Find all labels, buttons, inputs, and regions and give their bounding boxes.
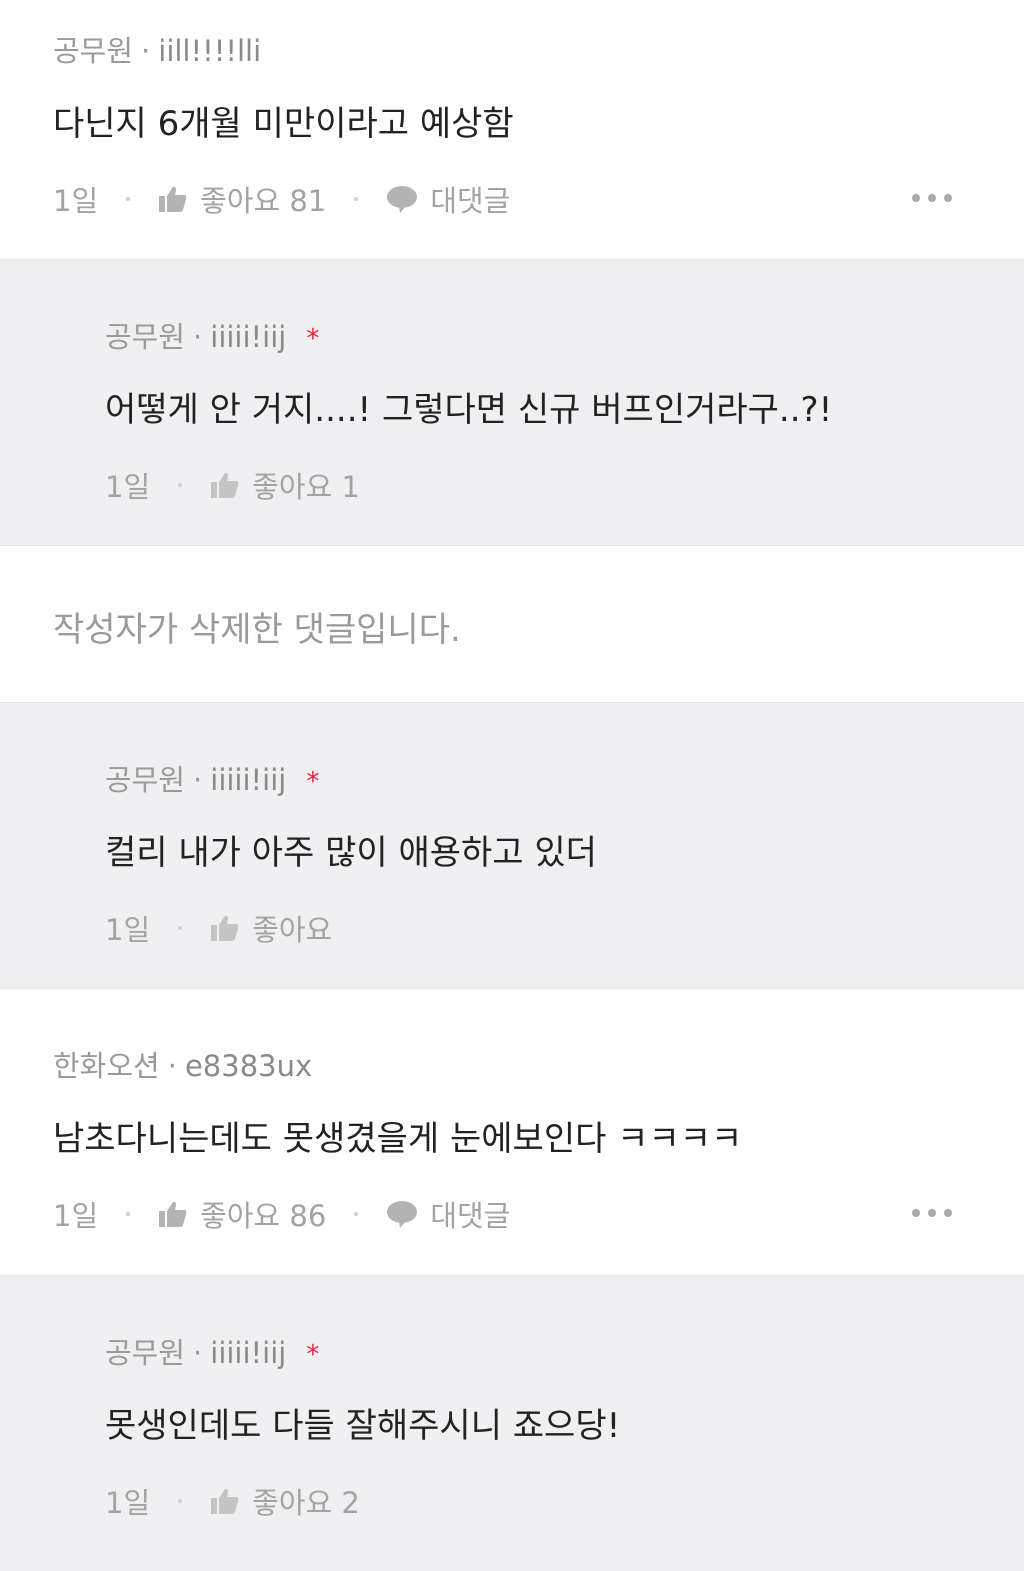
meta-separator: ·: [167, 1049, 177, 1083]
like-label: 좋아요 86: [200, 1199, 327, 1233]
action-separator: [354, 197, 359, 201]
action-separator: [126, 1212, 131, 1216]
comment-time: 1일: [53, 1199, 99, 1233]
nickname[interactable]: iiiii!iij: [210, 763, 286, 797]
comment-body: 다닌지 6개월 미만이라고 예상함: [53, 104, 514, 144]
action-separator: [178, 483, 183, 487]
meta-separator: ·: [193, 763, 203, 797]
reply-button[interactable]: 대댓글: [386, 178, 510, 220]
company-name: 공무원: [105, 763, 186, 797]
comment-actions: 1일 좋아요 1: [105, 464, 360, 506]
comment-meta: 한화오션 · e8383ux: [53, 1043, 312, 1085]
like-label: 좋아요 1: [252, 470, 360, 504]
comment: 한화오션 · e8383ux 남초다니는데도 못생겼을게 눈에보인다 ㅋㅋㅋㅋ 1일…: [0, 988, 1024, 1275]
like-button[interactable]: 좋아요 1: [210, 464, 360, 506]
comment-meta: 공무원 · iill!!!!lli: [53, 28, 261, 70]
comment-body: 컬리 내가 아주 많이 애용하고 있더: [105, 833, 597, 873]
company-name: 공무원: [105, 320, 186, 354]
more-dot: [944, 194, 952, 202]
more-dot: [944, 1209, 952, 1217]
deleted-comment: 작성자가 삭제한 댓글입니다.: [0, 545, 1024, 702]
comment-meta: 공무원 · iiiii!iij *: [105, 1330, 319, 1372]
thumbs-up-icon: [159, 1201, 187, 1227]
reply-comment: 공무원 · iiiii!iij * 컬리 내가 아주 많이 애용하고 있더 1일 좋아…: [0, 702, 1024, 988]
like-button[interactable]: 좋아요: [210, 907, 332, 949]
like-button[interactable]: 좋아요 2: [210, 1480, 360, 1522]
more-dot: [928, 194, 936, 202]
comment-time: 1일: [105, 470, 151, 504]
meta-separator: ·: [193, 1336, 203, 1370]
speech-bubble-icon: [387, 1201, 418, 1228]
comment-time: 1일: [53, 184, 99, 218]
more-dots-icon: [912, 1209, 920, 1217]
more-options-button[interactable]: [912, 194, 952, 202]
like-label: 좋아요 81: [200, 184, 327, 218]
meta-separator: ·: [193, 320, 203, 354]
thumbs-up-icon: [159, 186, 187, 212]
action-separator: [178, 1499, 183, 1503]
author-star: *: [306, 1340, 320, 1370]
more-dot: [928, 1209, 936, 1217]
like-label: 좋아요 2: [252, 1486, 360, 1520]
comment-actions: 1일 좋아요: [105, 907, 332, 949]
author-star: *: [306, 324, 320, 354]
reply-comment: 공무원 · iiiii!iij * 어떻게 안 거지....! 그렇다면 신규 버프인…: [0, 259, 1024, 545]
reply-comment: 공무원 · iiiii!iij * 못생인데도 다들 잘해주시니 죠으당! 1일 좋아…: [0, 1275, 1024, 1571]
deleted-notice: 작성자가 삭제한 댓글입니다.: [53, 610, 461, 650]
nickname[interactable]: iiiii!iij: [210, 320, 286, 354]
thumbs-up-icon: [211, 915, 239, 941]
like-button[interactable]: 좋아요 86: [158, 1193, 326, 1235]
comment-body: 못생인데도 다들 잘해주시니 죠으당!: [105, 1406, 621, 1446]
like-button[interactable]: 좋아요 81: [158, 178, 326, 220]
comment-actions: 1일 좋아요 86 대댓글: [53, 1193, 510, 1235]
comment-actions: 1일 좋아요 81 대댓글: [53, 178, 510, 220]
like-label: 좋아요: [252, 913, 333, 947]
more-options-button[interactable]: [912, 1209, 952, 1217]
comment-time: 1일: [105, 913, 151, 947]
thumbs-up-icon: [211, 472, 239, 498]
company-name: 공무원: [53, 34, 134, 68]
meta-separator: ·: [141, 34, 151, 68]
comment-body: 남초다니는데도 못생겼을게 눈에보인다 ㅋㅋㅋㅋ: [53, 1119, 743, 1159]
thumbs-up-icon: [211, 1488, 239, 1514]
nickname[interactable]: e8383ux: [185, 1049, 312, 1083]
action-separator: [354, 1212, 359, 1216]
action-separator: [126, 197, 131, 201]
reply-label: 대댓글: [430, 184, 511, 218]
more-dots-icon: [912, 194, 920, 202]
comment-meta: 공무원 · iiiii!iij *: [105, 757, 319, 799]
author-star: *: [306, 767, 320, 797]
nickname[interactable]: iill!!!!lli: [158, 34, 261, 68]
comment-body: 어떻게 안 거지....! 그렇다면 신규 버프인거라구..?!: [105, 390, 833, 430]
speech-bubble-icon: [387, 186, 418, 213]
action-separator: [178, 926, 183, 930]
comment-time: 1일: [105, 1486, 151, 1520]
company-name: 한화오션: [53, 1049, 160, 1083]
reply-button[interactable]: 대댓글: [386, 1193, 510, 1235]
comment-actions: 1일 좋아요 2: [105, 1480, 360, 1522]
reply-label: 대댓글: [430, 1199, 511, 1233]
comment: 공무원 · iill!!!!lli 다닌지 6개월 미만이라고 예상함 1일 좋아요…: [0, 0, 1024, 259]
comment-meta: 공무원 · iiiii!iij *: [105, 314, 319, 356]
nickname[interactable]: iiiii!iij: [210, 1336, 286, 1370]
company-name: 공무원: [105, 1336, 186, 1370]
